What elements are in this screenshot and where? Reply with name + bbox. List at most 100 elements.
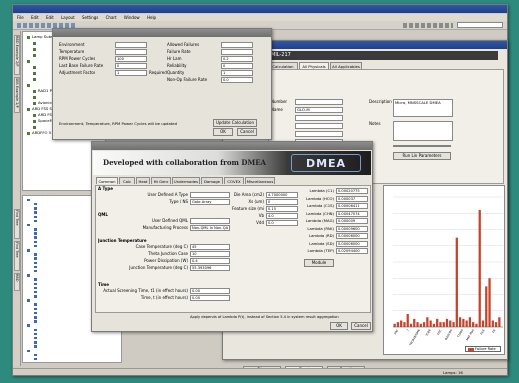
bar[interactable] [393,323,396,327]
mil-tab-calculation[interactable]: Calculation [268,62,298,69]
prop-field-input[interactable] [115,42,147,48]
prop-right-input[interactable]: 0 [221,63,253,69]
bar[interactable] [462,318,465,327]
bar[interactable] [432,323,436,327]
prop-right-input[interactable]: 0.0 [221,77,253,83]
left-tab-find-tree[interactable]: Find Tree [14,209,20,239]
bar[interactable] [400,320,403,328]
toolbar-icons-right[interactable] [403,23,453,28]
mil-notes-field[interactable] [393,121,453,141]
menu-layout[interactable]: Layout [61,15,75,20]
mil-field-5[interactable] [295,131,343,137]
menu-edit-2[interactable]: Edit [46,15,54,20]
prop-right-input[interactable]: 0.2 [221,56,253,62]
bar[interactable] [465,320,468,328]
prop-field-input[interactable]: 0 [115,63,147,69]
dmea-field-input[interactable]: 0.4 [190,258,230,264]
tree-node[interactable] [25,357,121,361]
left-tab-rbd-example[interactable]: RBD Example 2/P [14,35,20,75]
mil-tab-all-applicables[interactable]: All Applicables [330,62,362,69]
mil-number-field[interactable] [295,99,343,105]
menu-help[interactable]: Help [147,15,156,20]
bar[interactable] [478,210,481,327]
dmea-field-input[interactable]: 0.00 [190,288,230,294]
bar[interactable] [452,322,455,327]
bar[interactable] [455,237,458,327]
bar[interactable] [409,323,413,327]
bar[interactable] [475,323,478,327]
dmea-field-input[interactable]: 55.393096 [190,265,230,271]
dmea-tab-ht-genr[interactable]: Ht Genr [151,177,171,184]
run-lin-parameters-button[interactable]: Run Lin Parameters [393,152,451,160]
mil-field-3[interactable] [295,115,343,121]
dmea-tab-undermodes[interactable]: Undermodes [172,177,200,184]
mil-description-field[interactable]: Micro, MNSSCALE DMEA [393,99,453,117]
bar[interactable] [498,317,501,327]
mil-name-field[interactable]: GLO-M [295,107,343,113]
menu-file[interactable]: File [17,15,24,20]
bar[interactable] [491,320,494,328]
dmea-tab-calc[interactable]: Calc [119,177,135,184]
dmea-field-input[interactable] [190,192,230,198]
prop-right-input[interactable]: 1 [221,70,253,76]
dmea-field-input[interactable]: Gate Array [190,199,230,205]
menu-edit[interactable]: Edit [31,15,39,20]
bar[interactable] [458,317,462,327]
mil-button-1[interactable] [393,145,451,147]
left-tab-sbs-example[interactable]: SBS Example 2/P [14,77,20,113]
prop-ok-button[interactable]: OK [213,128,233,136]
bar[interactable] [449,320,452,328]
dmea-tab-miscellaneous[interactable]: Miscellaneous [245,177,275,184]
bar[interactable] [439,322,442,327]
dmea-ok-button[interactable]: OK [330,322,348,330]
dmea-field-input[interactable] [190,218,230,224]
left-tab-rbd[interactable]: RBD [14,273,20,291]
bar[interactable] [426,317,429,327]
dmea-tab-damage[interactable]: Damage [201,177,223,184]
bar[interactable] [485,286,488,327]
left-tab-find-tree-2[interactable]: Find Tree [14,241,20,271]
search-input[interactable] [457,22,503,28]
dmea-tab-covex[interactable]: COVEX [224,177,244,184]
prop-right-input[interactable] [221,49,253,55]
prop-cancel-button[interactable]: Cancel [237,128,257,136]
module-button[interactable]: Module [304,259,334,267]
menu-settings[interactable]: Settings [82,15,98,20]
dmea-field-input[interactable]: 45 [190,244,230,250]
dmea-field-input[interactable]: Non-QML In Non-QA [190,225,230,231]
dmea-mid-input[interactable]: 0.15 [266,206,298,212]
bar[interactable] [419,323,422,327]
update-calculation-button[interactable]: Update Calculation [213,119,257,127]
mil-tab-all-physicals[interactable]: All Physicals [299,62,329,69]
menu-chart[interactable]: Chart [106,15,117,20]
menu-window[interactable]: Window [124,15,140,20]
bar[interactable] [481,320,485,328]
bar[interactable] [468,317,472,327]
dmea-mid-input[interactable]: 0 [266,199,298,205]
prop-right-input[interactable] [221,42,253,48]
bar[interactable] [488,278,491,327]
bar[interactable] [413,318,416,327]
mil-field-4[interactable] [295,123,343,129]
bar[interactable] [442,322,445,327]
bar[interactable] [422,322,426,327]
dmea-tab-common[interactable]: Common [96,177,118,184]
dmea-mid-input[interactable]: 4.0 [266,213,298,219]
bar[interactable] [403,322,406,327]
dmea-cancel-button[interactable]: Cancel [351,322,371,330]
bar[interactable] [436,318,439,327]
dmea-mid-input[interactable]: 0.0 [266,220,298,226]
dmea-field-input[interactable]: 10 [190,251,230,257]
bar[interactable] [445,318,449,327]
bar[interactable] [416,322,419,327]
dmea-tab-heat[interactable]: Heat [136,177,150,184]
prop-field-input[interactable]: 1 [115,70,147,76]
prop-field-input[interactable]: 100 [115,56,147,62]
bar[interactable] [406,314,409,327]
bar[interactable] [396,322,400,327]
bar[interactable] [429,320,432,328]
dmea-field-input[interactable]: 0.00 [190,295,230,301]
dmea-mid-input[interactable]: 4.7000000 [266,192,298,198]
prop-field-input[interactable] [115,49,147,55]
bar[interactable] [494,322,498,327]
